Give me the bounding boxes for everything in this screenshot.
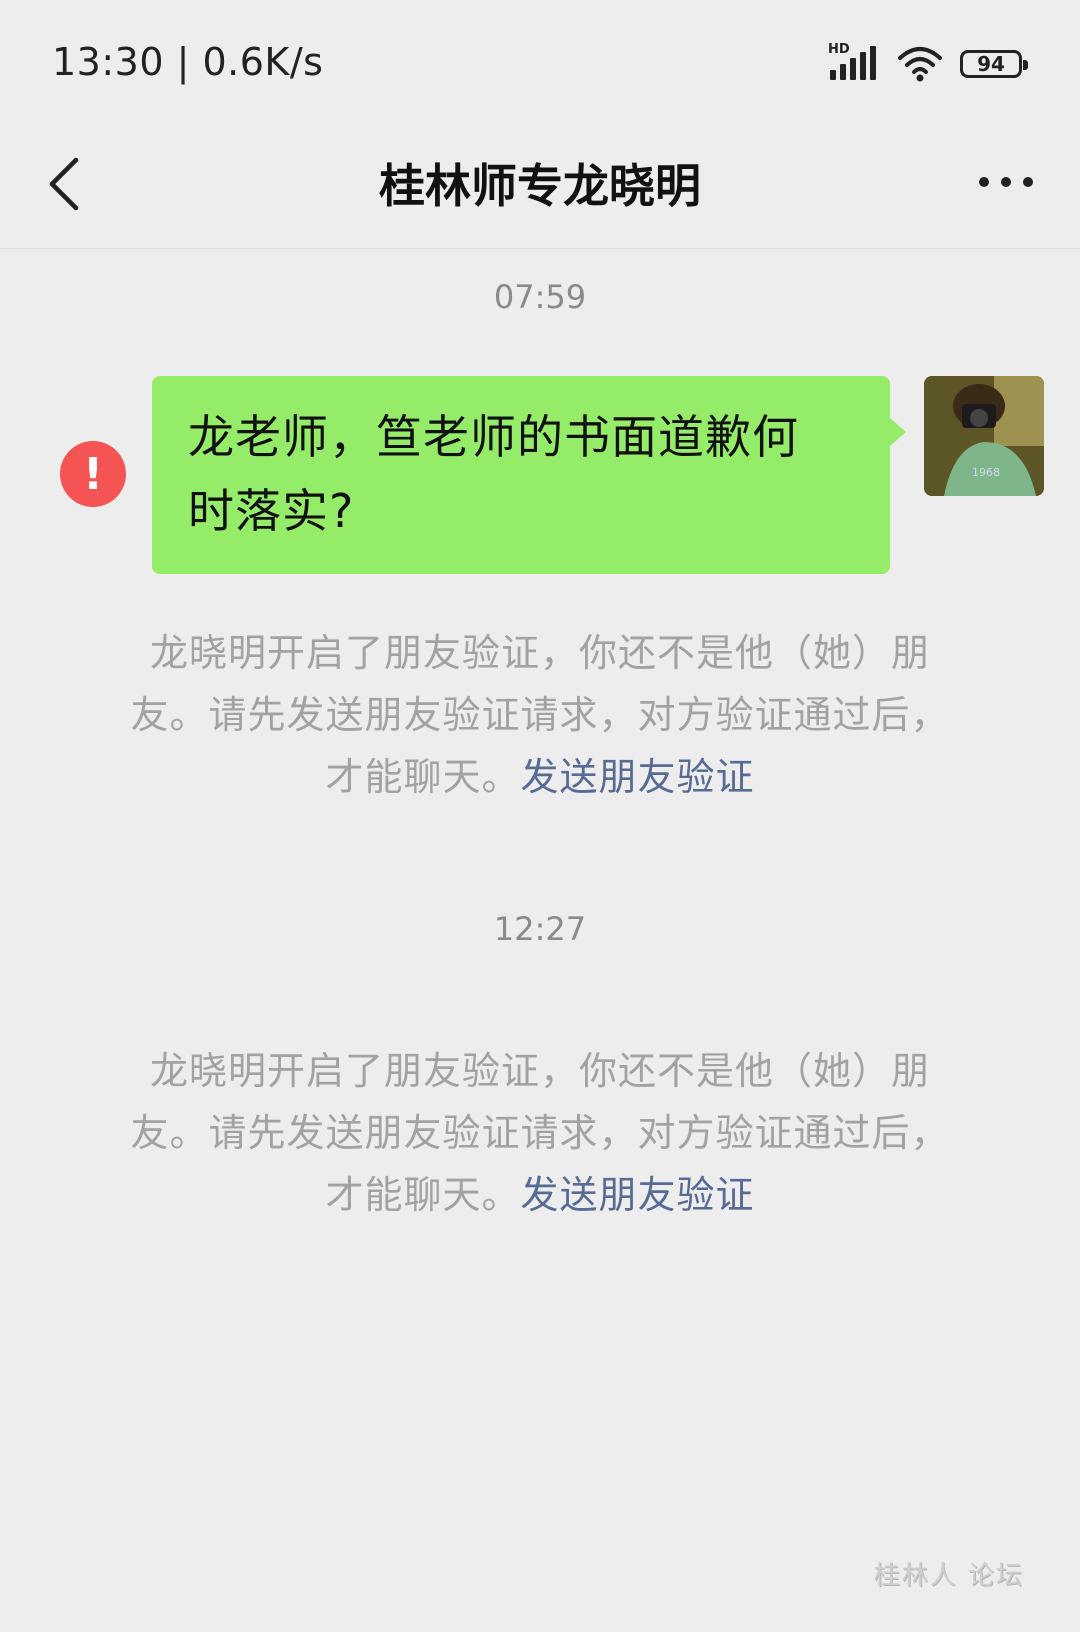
- sent-message-row: ! 龙老师，笪老师的书面道歉何 时落实? 1968: [0, 376, 1080, 574]
- notice-line: 龙晓明开启了朋友验证，你还不是他（她）朋: [149, 1049, 930, 1093]
- status-bar: 13:30 | 0.6K/s HD 94: [0, 0, 1080, 120]
- more-options-button[interactable]: [966, 150, 1046, 214]
- battery-level: 94: [977, 52, 1005, 76]
- watermark: 桂林人 论坛: [873, 1561, 1024, 1591]
- message-bubble[interactable]: 龙老师，笪老师的书面道歉何 时落实?: [152, 376, 906, 574]
- message-text-line: 时落实?: [188, 484, 355, 538]
- friend-verification-notice: 龙晓明开启了朋友验证，你还不是他（她）朋 友。请先发送朋友验证请求，对方验证通过…: [100, 1040, 980, 1226]
- chat-title: 桂林师专龙晓明: [379, 159, 701, 213]
- notice-text: 才能聊天。: [325, 755, 521, 799]
- battery-icon: 94: [960, 50, 1028, 78]
- notice-line: 龙晓明开启了朋友验证，你还不是他（她）朋: [149, 631, 930, 675]
- cellular-signal-icon: HD: [828, 42, 880, 84]
- status-time: 13:30 | 0.6K/s: [52, 40, 324, 84]
- notice-line: 友。请先发送朋友验证请求，对方验证通过后，: [130, 693, 950, 737]
- send-failed-icon[interactable]: !: [60, 441, 126, 507]
- avatar-photo: 1968: [924, 376, 1044, 496]
- avatar[interactable]: 1968: [924, 376, 1044, 496]
- wifi-icon: [898, 47, 942, 82]
- network-type-label: HD: [828, 42, 850, 57]
- chat-header: 桂林师专龙晓明: [0, 120, 1080, 249]
- friend-verification-notice: 龙晓明开启了朋友验证，你还不是他（她）朋 友。请先发送朋友验证请求，对方验证通过…: [100, 622, 980, 808]
- message-timestamp: 12:27: [493, 910, 587, 948]
- notice-line: 才能聊天。发送朋友验证: [100, 1164, 980, 1226]
- send-verification-link[interactable]: 发送朋友验证: [521, 755, 755, 799]
- notice-line: 友。请先发送朋友验证请求，对方验证通过后，: [130, 1111, 950, 1155]
- message-timestamp: 07:59: [493, 278, 587, 316]
- notice-line: 才能聊天。发送朋友验证: [100, 746, 980, 808]
- status-icons: HD 94: [828, 42, 1028, 84]
- message-text-line: 龙老师，笪老师的书面道歉何: [188, 410, 799, 464]
- notice-text: 才能聊天。: [325, 1173, 521, 1217]
- svg-text:1968: 1968: [972, 466, 1000, 479]
- more-dots-icon: [979, 177, 989, 187]
- send-verification-link[interactable]: 发送朋友验证: [521, 1173, 755, 1217]
